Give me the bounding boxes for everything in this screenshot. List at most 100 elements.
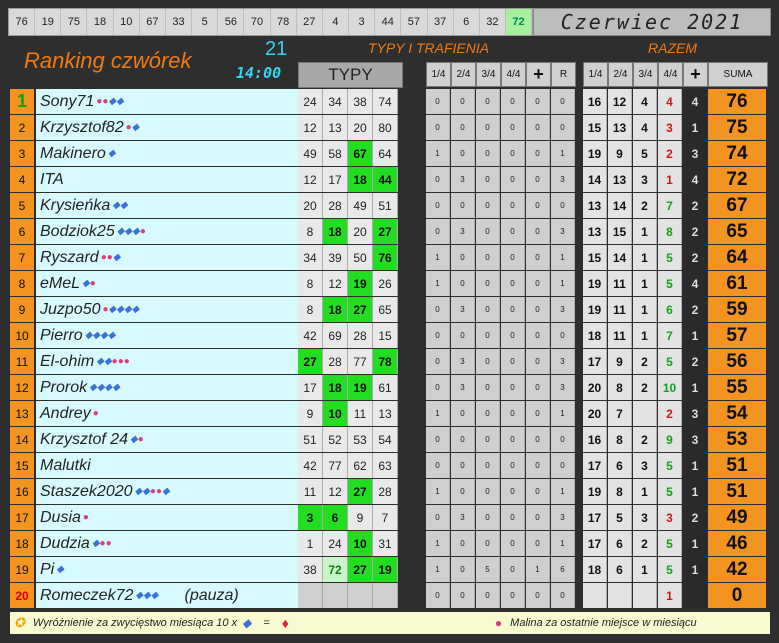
hit-cell: 0: [526, 297, 550, 322]
hit-cell: 0: [526, 271, 550, 296]
diamond-icon: ◆: [143, 590, 151, 601]
drawn-number: 6: [454, 9, 480, 35]
tip-cell: 27: [348, 297, 373, 322]
razem-cell: 2: [658, 141, 682, 166]
diamond-icon: ◆: [131, 122, 140, 133]
hit-cell: 0: [476, 453, 500, 478]
razem-cell: 19: [583, 297, 607, 322]
table-row: 18 Dudzia ◆●● 1 24 10 31 1 0 0 0 0 1 17 6 2 5 1 46: [10, 531, 770, 557]
award-icons: ◆◆◆●: [117, 226, 146, 237]
razem-cell: 1: [633, 219, 657, 244]
hit-cell: 6: [551, 557, 575, 582]
razem-cell: 1: [683, 479, 707, 504]
diamond-icon: ◆: [242, 616, 252, 630]
legend-diamond-text: Wyróżnienie za zwycięstwo miesiąca 10 x: [32, 617, 238, 629]
hit-cell: 1: [426, 271, 450, 296]
hit-cell: 0: [426, 427, 450, 452]
tip-cell: 20: [348, 219, 373, 244]
player-name-cell: Krzysztof82 ●◆: [36, 115, 298, 140]
raspberry-icon: ●: [139, 226, 146, 237]
tip-cell: 62: [348, 453, 373, 478]
hit-cell: 5: [476, 557, 500, 582]
hit-cell: 0: [526, 401, 550, 426]
star-icon: ✪: [14, 615, 25, 630]
hit-cell: 0: [451, 479, 475, 504]
razem-cell: 10: [658, 375, 682, 400]
tip-cell: 6: [323, 505, 348, 530]
hit-cell: 0: [501, 271, 525, 296]
suma-cell: 75: [708, 115, 766, 140]
diamond-icon: ◆: [96, 356, 104, 367]
hit-cell: 0: [526, 193, 550, 218]
hit-cell: 1: [526, 557, 550, 582]
tip-cell: 3: [298, 505, 323, 530]
raspberry-icon: ●: [494, 616, 503, 630]
player-name: eMeL: [40, 274, 81, 292]
razem-cell: 18: [583, 323, 607, 348]
hit-cell: 3: [551, 375, 575, 400]
hit-cell: 0: [476, 141, 500, 166]
razem-cell: 8: [608, 479, 632, 504]
table-row: 10 Pierro ◆◆◆◆ 42 69 28 15 0 0 0 0 0 0 18 11 1 7 1 57: [10, 323, 770, 349]
rank-cell: 11: [10, 349, 34, 374]
hit-cell: 0: [501, 427, 525, 452]
tip-cell: 10: [348, 531, 373, 556]
raspberry-icon: ●: [92, 408, 99, 419]
hit-cell: 0: [426, 193, 450, 218]
table-row: 19 Pi ◆ 38 72 27 19 1 0 5 0 1 6 18 6 1 5 1 42: [10, 557, 770, 583]
hit-cell: 3: [551, 505, 575, 530]
razem-cell: 3: [658, 505, 682, 530]
razem-cell: 3: [658, 115, 682, 140]
table-row: 12 Prorok ◆◆◆◆ 17 18 19 61 0 3 0 0 0 3 20 8 2 10 1 55: [10, 375, 770, 401]
tip-cell: 49: [348, 193, 373, 218]
diamond-icon: ◆: [112, 252, 121, 263]
tip-cell: 12: [298, 167, 323, 192]
hit-cell: 0: [501, 245, 525, 270]
razem-cell: 12: [608, 89, 632, 114]
diamond-icon: ◆: [107, 148, 116, 159]
hit-cell: 1: [551, 531, 575, 556]
rank-cell: 1: [10, 89, 34, 114]
diamond-icon: ◆: [162, 486, 170, 497]
diamond-icon: ◆: [100, 330, 108, 341]
tip-cell: 17: [298, 375, 323, 400]
rank-cell: 3: [10, 141, 34, 166]
award-icons: ◆◆●●●: [96, 356, 130, 367]
rank-cell: 9: [10, 297, 34, 322]
tip-cell: 74: [373, 89, 398, 114]
hit-cell: 0: [526, 115, 550, 140]
suma-cell: 55: [708, 375, 766, 400]
suma-cell: 65: [708, 219, 766, 244]
hit-cell: 3: [551, 349, 575, 374]
table-row: 3 Makinero ◆ 49 58 67 64 1 0 0 0 0 1 19 9 5 2 3 74: [10, 141, 770, 167]
tip-cell: 76: [373, 245, 398, 270]
table-row: 4 ITA 12 17 18 44 0 3 0 0 0 3 14 13 3 1 4 72: [10, 167, 770, 193]
razem-cell: 7: [608, 401, 632, 426]
raspberry-icon: ●: [82, 512, 89, 523]
award-icons: ●: [93, 408, 99, 419]
diamond-icon: ◆: [116, 96, 124, 107]
razem-cell: 1: [658, 167, 682, 192]
player-name: Pierro: [40, 326, 83, 344]
razem-cell: 20: [583, 401, 607, 426]
suma-cell: 42: [708, 557, 766, 582]
rank-cell: 2: [10, 115, 34, 140]
hit-cell: 0: [451, 531, 475, 556]
column-header: 1/4: [426, 62, 451, 87]
razem-cell: 5: [633, 141, 657, 166]
player-name: Pi: [40, 560, 55, 578]
hit-cell: 0: [476, 349, 500, 374]
tip-cell: 18: [323, 219, 348, 244]
razem-cell: 13: [608, 115, 632, 140]
suma-cell: 46: [708, 531, 766, 556]
suma-cell: 54: [708, 401, 766, 426]
player-name: Makinero: [40, 144, 106, 162]
tip-cell: 78: [373, 349, 398, 374]
player-name: Staszek2020: [40, 482, 133, 500]
razem-cell: 6: [608, 453, 632, 478]
razem-cell: 8: [658, 219, 682, 244]
razem-cell: [583, 583, 607, 608]
tip-cell: 19: [348, 375, 373, 400]
hit-cell: 0: [501, 583, 525, 608]
hit-cell: 0: [476, 531, 500, 556]
